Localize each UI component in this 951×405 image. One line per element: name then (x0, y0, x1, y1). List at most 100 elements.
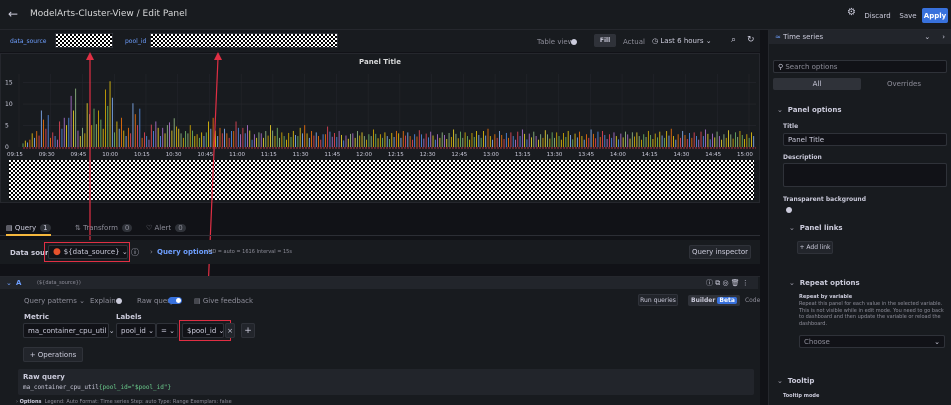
editor-mode-switch: Builder Beta Code (688, 294, 760, 306)
zoom-out-icon[interactable]: ⌕ (731, 35, 736, 45)
repeat-options-header[interactable]: ⌄ Repeat options (789, 279, 860, 287)
tab-alert-label: Alert (154, 224, 172, 232)
feedback-label: Give feedback (202, 297, 254, 305)
x-tick-label: 09:15 (7, 152, 23, 158)
title-input[interactable]: Panel Title (783, 133, 947, 146)
fill-button[interactable]: Fill (594, 34, 616, 47)
x-tick-label: 10:45 (197, 152, 213, 158)
query-ref-id: A (16, 279, 22, 287)
description-label: Description (783, 154, 822, 161)
panel-options-header[interactable]: ⌄ Panel options (777, 106, 842, 114)
save-button[interactable]: Save (896, 8, 920, 23)
chevron-right-icon[interactable]: › (942, 33, 945, 41)
add-link-button[interactable]: + Add link (797, 241, 833, 254)
transparent-label: Transparent background (783, 196, 866, 203)
clock-icon: ◷ (652, 36, 661, 45)
collapse-icon[interactable]: ⌄ (6, 279, 12, 287)
chevron-down-icon: ⌄ (789, 224, 795, 232)
add-link-label: + Add link (799, 244, 831, 251)
x-tick-label: 13:15 (515, 152, 531, 158)
tab-query-label: Query (14, 224, 37, 232)
pool-id-variable-select[interactable] (150, 33, 338, 48)
y-tick-label: 5 (5, 123, 9, 130)
table-view-label: Table view (537, 38, 574, 46)
top-bar: ← ModelArts-Cluster-View / Edit Panel ⚙ … (0, 0, 951, 30)
x-tick-label: 09:45 (70, 152, 86, 158)
query-ds-name: (${data_source}) (37, 280, 81, 286)
variables-bar: data_source pool_id Table view Fill Actu… (0, 30, 760, 52)
options-row[interactable]: › Options Legend: Auto Format: Time seri… (16, 399, 232, 405)
x-tick-label: 14:45 (705, 152, 721, 158)
help-icon[interactable]: ⓘ (131, 247, 139, 258)
label-key-value: pool_id (121, 326, 146, 335)
viz-name: Time series (783, 33, 824, 41)
x-tick-label: 13:30 (547, 152, 563, 158)
refresh-icon[interactable]: ↻ (747, 35, 755, 45)
tab-overrides[interactable]: Overrides (861, 78, 947, 90)
remove-label-button[interactable]: × (225, 323, 235, 338)
label-operator-select[interactable]: = ⌄ (156, 323, 178, 338)
chevron-down-icon: ⌄ (777, 377, 783, 385)
gear-icon[interactable]: ⚙ (847, 7, 856, 18)
transform-icon: ⇅ (75, 224, 84, 232)
x-tick-label: 11:15 (261, 152, 277, 158)
tooltip-label: Tooltip (787, 377, 815, 385)
label-key-select[interactable]: pool_id ⌄ (116, 323, 156, 338)
query-options-button[interactable]: Query options (157, 248, 213, 256)
panel-links-header[interactable]: ⌄ Panel links (789, 224, 843, 232)
explain-toggle[interactable] (116, 298, 122, 304)
tab-transform[interactable]: ⇅ Transform 0 (75, 222, 133, 234)
actual-button[interactable]: Actual (623, 38, 645, 46)
run-queries-button[interactable]: Run queries (638, 294, 678, 306)
tooltip-header[interactable]: ⌄ Tooltip (777, 377, 814, 385)
query-inspector-button[interactable]: Query inspector (689, 245, 751, 259)
run-queries-label: Run queries (640, 296, 676, 304)
query-header-icons[interactable]: ⓘ ⧉ ◎ 🗑 ⋮ (706, 278, 749, 288)
tab-alert-count: 0 (175, 224, 186, 232)
table-view-toggle[interactable] (571, 39, 577, 45)
datasource-highlight (44, 242, 130, 262)
operations-button[interactable]: + Operations (23, 347, 83, 362)
x-tick-label: 11:45 (324, 152, 340, 158)
search-options-input[interactable]: ⚲ Search options (773, 60, 947, 73)
feedback-link[interactable]: ▤ Give feedback (194, 297, 253, 305)
builder-mode-button[interactable]: Builder Beta (688, 294, 740, 306)
discard-button[interactable]: Discard (861, 8, 894, 23)
tab-query-count: 1 (40, 224, 51, 232)
builder-label: Builder (691, 296, 716, 304)
raw-query-metric: ma_container_cpu_util (23, 384, 99, 391)
repeat-variable-select[interactable]: Choose ⌄ (799, 335, 945, 348)
beta-badge: Beta (717, 296, 737, 304)
add-label-button[interactable]: + (241, 323, 255, 338)
apply-button[interactable]: Apply (922, 8, 948, 23)
tab-all[interactable]: All (773, 78, 861, 90)
x-tick-label: 12:00 (356, 152, 372, 158)
tab-query[interactable]: ▤ Query 1 (6, 222, 51, 236)
description-textarea[interactable] (783, 163, 947, 187)
chevron-down-icon: ⌄ (924, 33, 931, 41)
viz-picker[interactable]: ≈ Time series ⌄ › (769, 30, 951, 44)
raw-query-toggle[interactable] (168, 297, 182, 304)
arrow-left-icon[interactable]: ← (8, 7, 18, 21)
x-tick-label: 10:00 (102, 152, 118, 158)
query-patterns-dropdown[interactable]: Query patterns ⌄ (24, 297, 85, 305)
explain-label: Explain (90, 297, 116, 305)
tab-transform-count: 0 (121, 224, 133, 232)
x-tick-label: 14:00 (610, 152, 626, 158)
tab-all-label: All (812, 80, 822, 88)
x-tick-label: 13:00 (483, 152, 499, 158)
feedback-icon: ▤ (194, 297, 203, 305)
x-tick-label: 14:30 (674, 152, 690, 158)
x-tick-label: 10:30 (166, 152, 182, 158)
bell-icon: ♡ (146, 224, 155, 232)
label-value-highlight (179, 320, 231, 341)
time-range-picker[interactable]: ◷ Last 6 hours ⌄ (652, 34, 727, 47)
repeat-help-text: Repeat this panel for each value in the … (799, 301, 944, 327)
metric-select[interactable]: ma_container_cpu_util ⌄ (23, 323, 115, 338)
tab-alert[interactable]: ♡ Alert 0 (146, 222, 186, 234)
code-mode-button[interactable]: Code (745, 297, 760, 304)
transparent-toggle[interactable] (786, 207, 792, 213)
discard-label: Discard (864, 11, 891, 20)
raw-query-filter: {pool_id="$pool_id"} (98, 384, 172, 391)
data-source-variable-select[interactable] (55, 33, 113, 48)
